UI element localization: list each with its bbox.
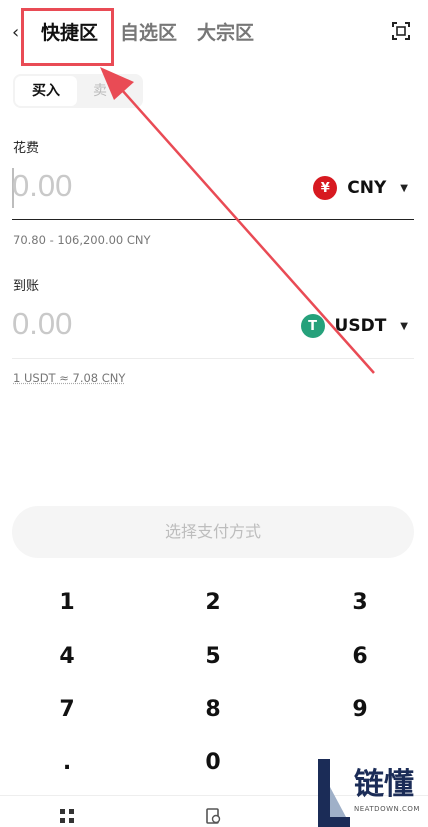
exchange-rate-hint[interactable]: 1 USDT ≈ 7.08 CNY [13, 371, 125, 385]
key-0[interactable]: 0 [153, 750, 273, 775]
sell-tab[interactable]: 卖 [93, 76, 107, 106]
tab-bulk[interactable]: 大宗区 [197, 18, 254, 45]
receive-label: 到账 [13, 279, 40, 294]
tab-favorites[interactable]: 自选区 [120, 18, 177, 45]
buy-sell-toggle: 买入 卖 [13, 74, 143, 108]
chevron-down-icon: ▼ [400, 182, 408, 194]
watermark-chars: 链懂 [354, 767, 414, 802]
buy-tab[interactable]: 买入 [15, 76, 77, 106]
key-9[interactable]: 9 [300, 697, 420, 722]
cny-icon: ¥ [313, 176, 338, 200]
scan-icon[interactable] [391, 21, 411, 41]
grid-icon[interactable] [59, 808, 75, 824]
spend-currency-selector[interactable]: ¥ CNY ▼ [313, 174, 408, 202]
back-icon[interactable]: ‹ [12, 22, 19, 43]
spend-currency-code: CNY [347, 178, 387, 198]
key-5[interactable]: 5 [153, 644, 273, 669]
spend-range-hint: 70.80 - 106,200.00 CNY [13, 233, 151, 247]
key-2[interactable]: 2 [153, 590, 273, 615]
receive-input-underline [12, 358, 414, 359]
choose-payment-button[interactable]: 选择支付方式 [12, 506, 414, 558]
spend-amount-input[interactable]: 0.00 [12, 168, 72, 204]
key-7[interactable]: 7 [7, 697, 127, 722]
key-1[interactable]: 1 [7, 590, 127, 615]
key-6[interactable]: 6 [300, 644, 420, 669]
watermark-sub: NEATDOWN.COM [354, 805, 420, 813]
usdt-icon: T [300, 314, 325, 338]
key-decimal[interactable]: . [7, 750, 127, 775]
chevron-down-icon: ▼ [400, 320, 408, 332]
key-3[interactable]: 3 [300, 590, 420, 615]
spend-input-underline [12, 219, 414, 220]
receive-currency-selector[interactable]: T USDT ▼ [300, 312, 408, 340]
watermark-logo: 链懂 NEATDOWN.COM [316, 757, 428, 827]
annotation-highlight-box [21, 8, 114, 66]
spend-label: 花费 [13, 141, 40, 156]
key-8[interactable]: 8 [153, 697, 273, 722]
receive-amount-input[interactable]: 0.00 [12, 306, 72, 342]
receive-currency-code: USDT [334, 316, 387, 336]
order-history-icon[interactable] [205, 808, 221, 824]
key-4[interactable]: 4 [7, 644, 127, 669]
